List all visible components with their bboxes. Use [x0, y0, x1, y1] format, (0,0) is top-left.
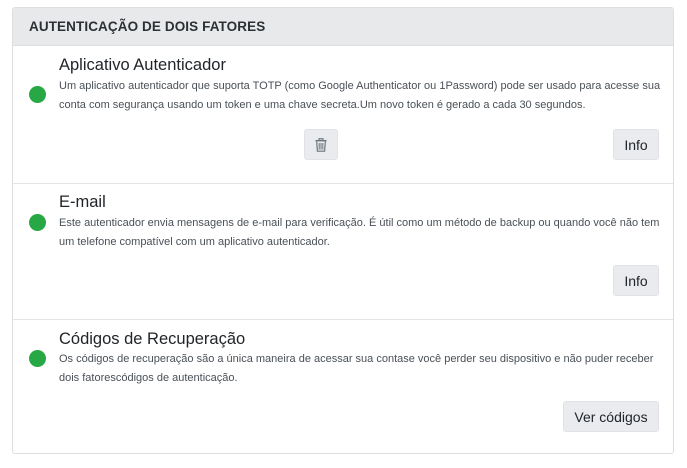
status-dot-icon [29, 214, 46, 231]
method-description: Este autenticador envia mensagens de e-m… [59, 217, 660, 248]
status-dot-icon [29, 350, 46, 367]
info-button[interactable]: Info [613, 129, 659, 160]
method-recovery-codes: Códigos de Recuperação Os códigos de rec… [13, 320, 673, 453]
info-button[interactable]: Info [613, 265, 659, 296]
trash-icon [315, 137, 327, 152]
status-dot-icon [29, 86, 46, 103]
two-factor-auth-card: AUTENTICAÇÃO DE DOIS FATORES Aplicativo … [12, 7, 674, 454]
method-email: E-mail Este autenticador envia mensagens… [13, 184, 673, 320]
method-description: Os códigos de recuperação são a única ma… [59, 353, 654, 384]
method-title: Códigos de Recuperação [59, 330, 246, 348]
card-header-title: AUTENTICAÇÃO DE DOIS FATORES [29, 19, 266, 34]
delete-authenticator-button[interactable] [304, 129, 338, 160]
view-codes-button[interactable]: Ver códigos [563, 401, 659, 432]
method-title: Aplicativo Autenticador [59, 56, 226, 74]
method-description: Um aplicativo autenticador que suporta T… [59, 80, 661, 111]
card-header: AUTENTICAÇÃO DE DOIS FATORES [13, 8, 673, 46]
method-title: E-mail [59, 193, 106, 211]
method-authenticator-app: Aplicativo Autenticador Um aplicativo au… [13, 46, 673, 184]
